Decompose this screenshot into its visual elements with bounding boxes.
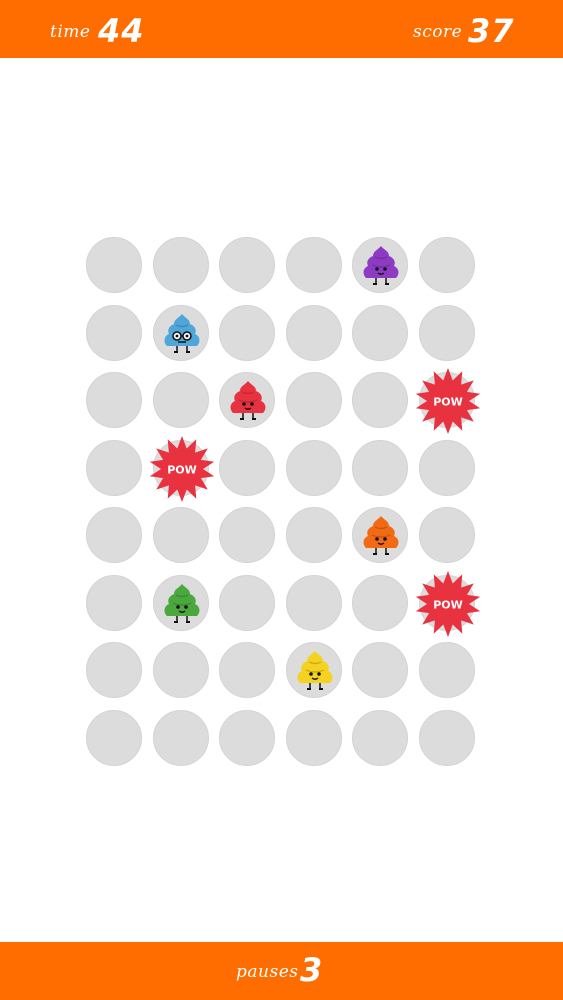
hole-r3-c3[interactable] [219,372,275,428]
hole-r8-c1[interactable] [86,710,142,766]
hole-r4-c1[interactable] [86,440,142,496]
time-label: time [50,22,91,42]
pauses-value: 3 [300,951,324,989]
hole-r5-c4[interactable] [286,507,342,563]
hole-r5-c2[interactable] [153,507,209,563]
hole-r2-c3[interactable] [219,305,275,361]
pow-burst-icon[interactable]: POW [415,368,481,434]
hole-r7-c3[interactable] [219,642,275,698]
hole-r1-c5[interactable] [352,237,408,293]
hole-r2-c1[interactable] [86,305,142,361]
hole-r1-c1[interactable] [86,237,142,293]
hole-r1-c2[interactable] [153,237,209,293]
hole-r3-c5[interactable] [352,372,408,428]
hole-r6-c1[interactable] [86,575,142,631]
hole-r5-c1[interactable] [86,507,142,563]
hole-r6-c5[interactable] [352,575,408,631]
hole-r2-c6[interactable] [419,305,475,361]
top-hud-bar: time 44 score 37 [0,0,563,58]
hole-r4-c5[interactable] [352,440,408,496]
hole-r8-c4[interactable] [286,710,342,766]
hole-r2-c4[interactable] [286,305,342,361]
hole-r4-c3[interactable] [219,440,275,496]
bottom-hud-bar[interactable]: pauses 3 [0,942,563,1000]
hole-r5-c3[interactable] [219,507,275,563]
pow-burst-icon[interactable]: POW [149,436,215,502]
hole-r8-c3[interactable] [219,710,275,766]
green-poop-icon[interactable] [154,576,210,632]
hole-r8-c5[interactable] [352,710,408,766]
red-poop-icon[interactable] [220,373,276,429]
score-label: score [413,22,463,42]
blue-poop-glasses-icon[interactable] [154,306,210,362]
hole-r1-c6[interactable] [419,237,475,293]
hole-r6-c3[interactable] [219,575,275,631]
yellow-poop-icon[interactable] [287,643,343,699]
score-value: 37 [468,12,515,50]
hole-r4-c2[interactable]: POW [149,436,215,502]
hole-r7-c1[interactable] [86,642,142,698]
pow-label: POW [167,464,197,477]
hole-r3-c6[interactable]: POW [415,368,481,434]
pow-burst-icon[interactable]: POW [415,571,481,637]
hole-r4-c6[interactable] [419,440,475,496]
hole-r3-c1[interactable] [86,372,142,428]
hole-r2-c2[interactable] [153,305,209,361]
hole-r2-c5[interactable] [352,305,408,361]
hole-r6-c6[interactable]: POW [415,571,481,637]
hole-r3-c4[interactable] [286,372,342,428]
pow-label: POW [433,396,463,409]
hole-r7-c5[interactable] [352,642,408,698]
hole-r8-c2[interactable] [153,710,209,766]
orange-poop-icon[interactable] [353,508,409,564]
pow-label: POW [433,599,463,612]
hole-r6-c2[interactable] [153,575,209,631]
hole-r1-c3[interactable] [219,237,275,293]
hole-r8-c6[interactable] [419,710,475,766]
pauses-label: pauses [236,962,299,982]
hole-r7-c2[interactable] [153,642,209,698]
hole-r7-c6[interactable] [419,642,475,698]
hole-r1-c4[interactable] [286,237,342,293]
hole-r3-c2[interactable] [153,372,209,428]
purple-poop-icon[interactable] [353,238,409,294]
hole-r5-c5[interactable] [352,507,408,563]
time-value: 44 [98,12,145,50]
hole-r4-c4[interactable] [286,440,342,496]
hole-r6-c4[interactable] [286,575,342,631]
hole-r7-c4[interactable] [286,642,342,698]
hole-r5-c6[interactable] [419,507,475,563]
